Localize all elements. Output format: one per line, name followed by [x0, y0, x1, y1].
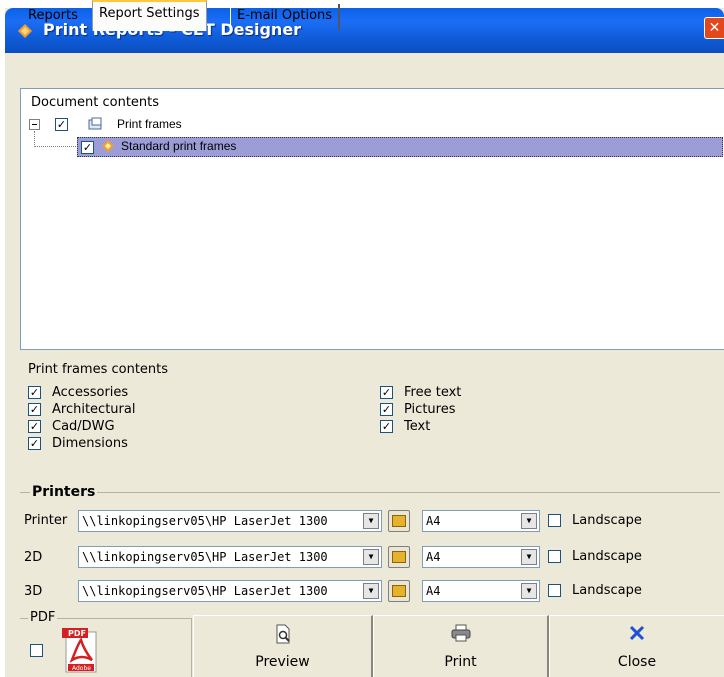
text-checkbox[interactable]: ✓ — [380, 420, 393, 433]
print-frames-label[interactable]: Print frames — [117, 117, 182, 131]
chevron-down-icon[interactable]: ▼ — [521, 513, 537, 529]
free-text-label: Free text — [404, 385, 462, 400]
pdf-group — [20, 618, 192, 677]
2d-printer-select-value: \\linkopingserv05\HP LaserJet 1300 — [82, 550, 328, 564]
tree-root-label: Document contents — [31, 95, 160, 110]
chevron-down-icon[interactable]: ▼ — [363, 583, 379, 599]
close-button-label: Close — [617, 654, 657, 670]
printer-icon — [451, 624, 470, 642]
close-button[interactable]: Close — [549, 615, 724, 677]
printer-paper-select[interactable]: A4 ▼ — [422, 510, 540, 532]
preview-button-label: Preview — [255, 654, 310, 670]
printer-browse-button[interactable] — [388, 510, 410, 532]
pictures-checkbox[interactable]: ✓ — [380, 403, 393, 416]
3d-browse-button[interactable] — [388, 580, 410, 602]
print-frames-icon — [88, 117, 102, 130]
tree-collapse-toggle[interactable] — [29, 119, 40, 130]
3d-row-label: 3D — [24, 584, 43, 599]
chevron-down-icon[interactable]: ▼ — [363, 549, 379, 565]
standard-print-frames-checkbox[interactable]: ✓ — [81, 141, 94, 154]
text-label: Text — [404, 419, 431, 434]
2d-browse-button[interactable] — [388, 546, 410, 568]
pdf-legend: PDF — [28, 610, 58, 625]
printer-select[interactable]: \\linkopingserv05\HP LaserJet 1300 ▼ — [78, 510, 382, 532]
chevron-down-icon[interactable]: ▼ — [521, 583, 537, 599]
3d-paper-select[interactable]: A4 ▼ — [422, 580, 540, 602]
pdf-icon-label: PDF — [68, 629, 86, 638]
2d-paper-value: A4 — [426, 550, 441, 564]
folder-icon — [392, 515, 406, 527]
2d-paper-select[interactable]: A4 ▼ — [422, 546, 540, 568]
printer-landscape-label: Landscape — [572, 513, 642, 528]
cad-dwg-checkbox[interactable]: ✓ — [28, 420, 41, 433]
chevron-down-icon[interactable]: ▼ — [521, 549, 537, 565]
diamond-icon — [102, 140, 114, 152]
window-close-button[interactable]: ✕ — [704, 17, 724, 39]
2d-printer-select[interactable]: \\linkopingserv05\HP LaserJet 1300 ▼ — [78, 546, 382, 568]
architectural-checkbox[interactable]: ✓ — [28, 403, 41, 416]
folder-icon — [392, 551, 406, 563]
printers-legend: Printers — [30, 484, 98, 500]
document-contents-tree[interactable]: Document contents ✓ Print frames ✓ Stand… — [20, 88, 724, 350]
3d-landscape-label: Landscape — [572, 583, 642, 598]
architectural-label: Architectural — [52, 402, 136, 417]
2d-landscape-checkbox[interactable] — [548, 550, 561, 563]
print-frames-checkbox[interactable]: ✓ — [55, 118, 68, 131]
printer-select-value: \\linkopingserv05\HP LaserJet 1300 — [82, 514, 328, 528]
chevron-down-icon[interactable]: ▼ — [363, 513, 379, 529]
tab-reports[interactable]: Reports — [22, 4, 84, 30]
accessories-label: Accessories — [52, 385, 129, 400]
print-button-label: Print — [444, 654, 477, 670]
pdf-checkbox[interactable] — [30, 644, 43, 657]
adobe-icon-label: Adobe — [72, 665, 91, 672]
standard-print-frames-label[interactable]: Standard print frames — [121, 139, 236, 153]
tree-connector — [34, 146, 78, 147]
folder-icon — [392, 585, 406, 597]
3d-paper-value: A4 — [426, 584, 441, 598]
3d-printer-select[interactable]: \\linkopingserv05\HP LaserJet 1300 ▼ — [78, 580, 382, 602]
preview-icon — [276, 624, 290, 644]
accessories-checkbox[interactable]: ✓ — [28, 386, 41, 399]
printer-paper-value: A4 — [426, 514, 441, 528]
close-icon — [629, 625, 645, 641]
pictures-label: Pictures — [404, 402, 456, 417]
tree-connector — [34, 131, 35, 147]
2d-row-label: 2D — [24, 550, 43, 565]
tab-report-settings[interactable]: Report Settings — [92, 0, 207, 31]
3d-printer-select-value: \\linkopingserv05\HP LaserJet 1300 — [82, 584, 328, 598]
preview-button[interactable]: Preview — [193, 615, 373, 677]
free-text-checkbox[interactable]: ✓ — [380, 386, 393, 399]
3d-landscape-checkbox[interactable] — [548, 584, 561, 597]
print-button[interactable]: Print — [373, 615, 549, 677]
printer-landscape-checkbox[interactable] — [548, 514, 561, 527]
tab-email-options[interactable]: E-mail Options — [230, 4, 341, 30]
2d-landscape-label: Landscape — [572, 549, 642, 564]
adobe-pdf-icon: PDF Adobe — [62, 628, 97, 673]
dimensions-checkbox[interactable]: ✓ — [28, 437, 41, 450]
printer-row-label: Printer — [24, 513, 68, 528]
cad-dwg-label: Cad/DWG — [52, 419, 115, 434]
dimensions-label: Dimensions — [52, 436, 128, 451]
print-frames-contents-heading: Print frames contents — [28, 362, 169, 377]
